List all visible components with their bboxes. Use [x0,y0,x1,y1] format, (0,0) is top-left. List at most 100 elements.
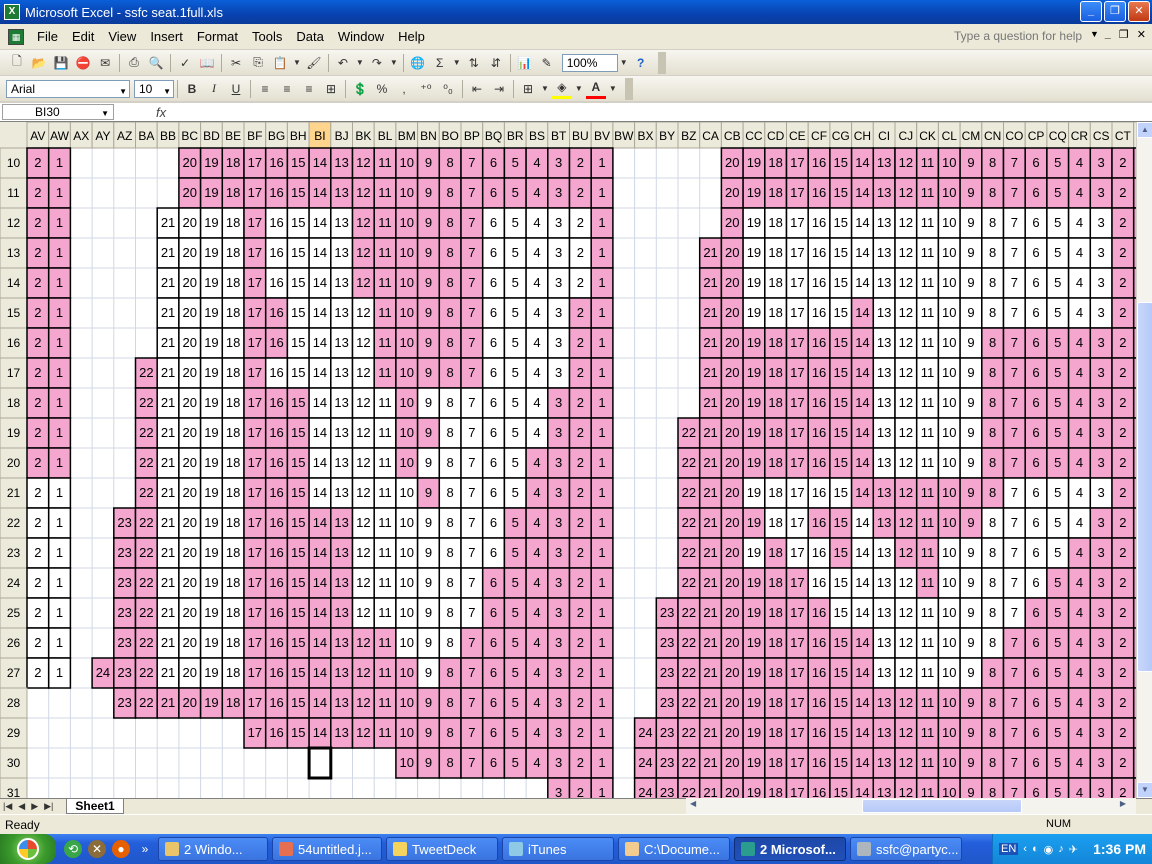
toolbar-grip[interactable] [657,51,666,74]
doc-close-icon[interactable]: ✕ [1137,28,1146,41]
fill-color-icon[interactable]: ◈ [551,79,572,99]
menu-tools[interactable]: Tools [245,29,289,44]
chevron-down-icon[interactable]: ▼ [453,58,461,67]
chevron-down-icon[interactable]: ▼ [293,58,301,67]
print-icon[interactable]: ⎙ [124,53,144,73]
sort-ascending-icon[interactable]: ⇅ [464,53,484,73]
vertical-scrollbar[interactable]: ▲ ▼ [1136,122,1152,798]
chevron-down-icon[interactable]: ▼ [1090,29,1099,39]
sort-descending-icon[interactable]: ⇵ [486,53,506,73]
bold-button[interactable]: B [182,79,202,99]
first-sheet-icon[interactable]: |◀ [3,801,12,812]
menu-view[interactable]: View [101,29,143,44]
minimize-icon[interactable]: _ [1080,1,1102,22]
menu-format[interactable]: Format [190,29,245,44]
worksheet-grid[interactable]: AV AW AX AY AZ BA BB BC BD BE BF BG BH BI BJ BK BL BM BN BO… [0,122,1136,798]
prev-sheet-icon[interactable]: ◀ [18,801,25,812]
tray-plane-icon[interactable]: ✈ [1069,843,1078,856]
taskbar-item[interactable]: TweetDeck [386,837,498,861]
merge-center-icon[interactable]: ⊞ [321,79,341,99]
menu-edit[interactable]: Edit [65,29,101,44]
chevron-down-icon[interactable]: ▼ [609,84,617,93]
help-icon[interactable]: ? [631,53,651,73]
zoom-select[interactable]: 100% [561,53,618,72]
restore-icon[interactable]: ❐ [1104,1,1126,22]
font-color-icon[interactable]: A [585,79,606,99]
toolbar-grip[interactable] [624,77,633,100]
cut-icon[interactable]: ✂ [226,53,246,73]
sheet-tab-sheet1[interactable]: Sheet1 [66,799,124,814]
taskbar-item[interactable]: ssfc@partyc... [850,837,962,861]
horizontal-scroll-thumb[interactable] [862,799,1022,813]
chevron-down-icon[interactable]: ▼ [163,84,171,100]
taskbar-item[interactable]: iTunes [502,837,614,861]
increase-indent-icon[interactable]: ⇥ [489,79,509,99]
chevron-down-icon[interactable]: ▼ [390,58,398,67]
font-name-select[interactable]: Arial ▼ [6,79,130,98]
align-left-icon[interactable]: ≡ [255,79,275,99]
menu-window[interactable]: Window [331,29,391,44]
tray-expand-icon[interactable]: ‹ [1023,843,1027,855]
chevron-down-icon[interactable]: ▼ [541,84,549,93]
format-painter-icon[interactable]: 🖌 [304,53,324,73]
hyperlink-icon[interactable]: 🌐 [408,53,428,73]
copy-icon[interactable]: ⎘ [248,53,268,73]
close-icon[interactable]: ✕ [1128,1,1150,22]
horizontal-scrollbar[interactable]: ◀ ▶ [686,798,1136,814]
currency-icon[interactable]: 💲 [350,79,370,99]
comma-style-icon[interactable]: , [394,79,414,99]
last-sheet-icon[interactable]: ▶| [44,801,53,812]
decrease-decimal-icon[interactable]: ⁰₀ [438,79,458,99]
taskbar-item-active[interactable]: 2 Microsof... [734,837,846,861]
scroll-up-icon[interactable]: ▲ [1137,122,1152,138]
save-icon[interactable]: 💾 [51,53,71,73]
open-icon[interactable]: 📂 [29,53,49,73]
chevron-down-icon[interactable]: ▼ [101,107,109,121]
language-indicator[interactable]: EN [999,843,1019,855]
spelling-icon[interactable]: ✓ [175,53,195,73]
volume-icon[interactable]: ♪ [1058,843,1064,855]
document-icon[interactable]: ▦ [8,28,24,45]
name-box[interactable]: BI30 ▼ [2,104,114,120]
autosum-icon[interactable]: Σ [430,53,450,73]
scroll-left-icon[interactable]: ◀ [690,799,696,808]
tray-app-icon[interactable]: ◉ [1044,843,1054,856]
chevron-down-icon[interactable]: ▼ [356,58,364,67]
increase-decimal-icon[interactable]: ⁺⁰ [416,79,436,99]
cell-grid[interactable]: AV AW AX AY AZ BA BB BC BD BE BF BG BH BI BJ BK BL BM BN BO… [0,122,1136,798]
paste-icon[interactable]: 📋 [270,53,290,73]
drawing-icon[interactable]: ✎ [537,53,557,73]
formula-input[interactable] [166,104,1152,120]
insert-function-icon[interactable]: fx [156,105,166,120]
menu-insert[interactable]: Insert [143,29,190,44]
redo-icon[interactable]: ↷ [367,53,387,73]
underline-button[interactable]: U [226,79,246,99]
font-size-select[interactable]: 10 ▼ [134,79,174,100]
italic-button[interactable]: I [204,79,224,99]
next-sheet-icon[interactable]: ▶ [31,801,38,812]
chevron-down-icon[interactable]: ▼ [575,84,583,93]
menu-file[interactable]: File [30,29,65,44]
scroll-down-icon[interactable]: ▼ [1137,782,1152,798]
quicklaunch-more-icon[interactable]: » [136,840,154,858]
taskbar-item[interactable]: 2 Windo... [158,837,268,861]
help-question-box[interactable]: Type a question for help [954,28,1092,45]
chart-wizard-icon[interactable]: 📊 [515,53,535,73]
doc-restore-icon[interactable]: ❐ [1119,28,1129,41]
borders-icon[interactable]: ⊞ [518,79,538,99]
email-icon[interactable]: ✉ [95,53,115,73]
menu-data[interactable]: Data [289,29,330,44]
taskbar-item[interactable]: 54untitled.j... [272,837,382,861]
print-preview-icon[interactable]: 🔍 [146,53,166,73]
taskbar-item[interactable]: C:\Docume... [618,837,730,861]
quicklaunch-app-icon[interactable]: ⟲ [64,840,82,858]
decrease-indent-icon[interactable]: ⇤ [467,79,487,99]
align-right-icon[interactable]: ≡ [299,79,319,99]
network-icon[interactable]: ◐ [1032,843,1039,855]
undo-icon[interactable]: ↶ [333,53,353,73]
new-icon[interactable]: 🗋 [7,53,27,73]
scroll-right-icon[interactable]: ▶ [1120,799,1126,808]
percent-button[interactable]: % [372,79,392,99]
firefox-icon[interactable]: ● [112,840,130,858]
align-center-icon[interactable]: ≡ [277,79,297,99]
